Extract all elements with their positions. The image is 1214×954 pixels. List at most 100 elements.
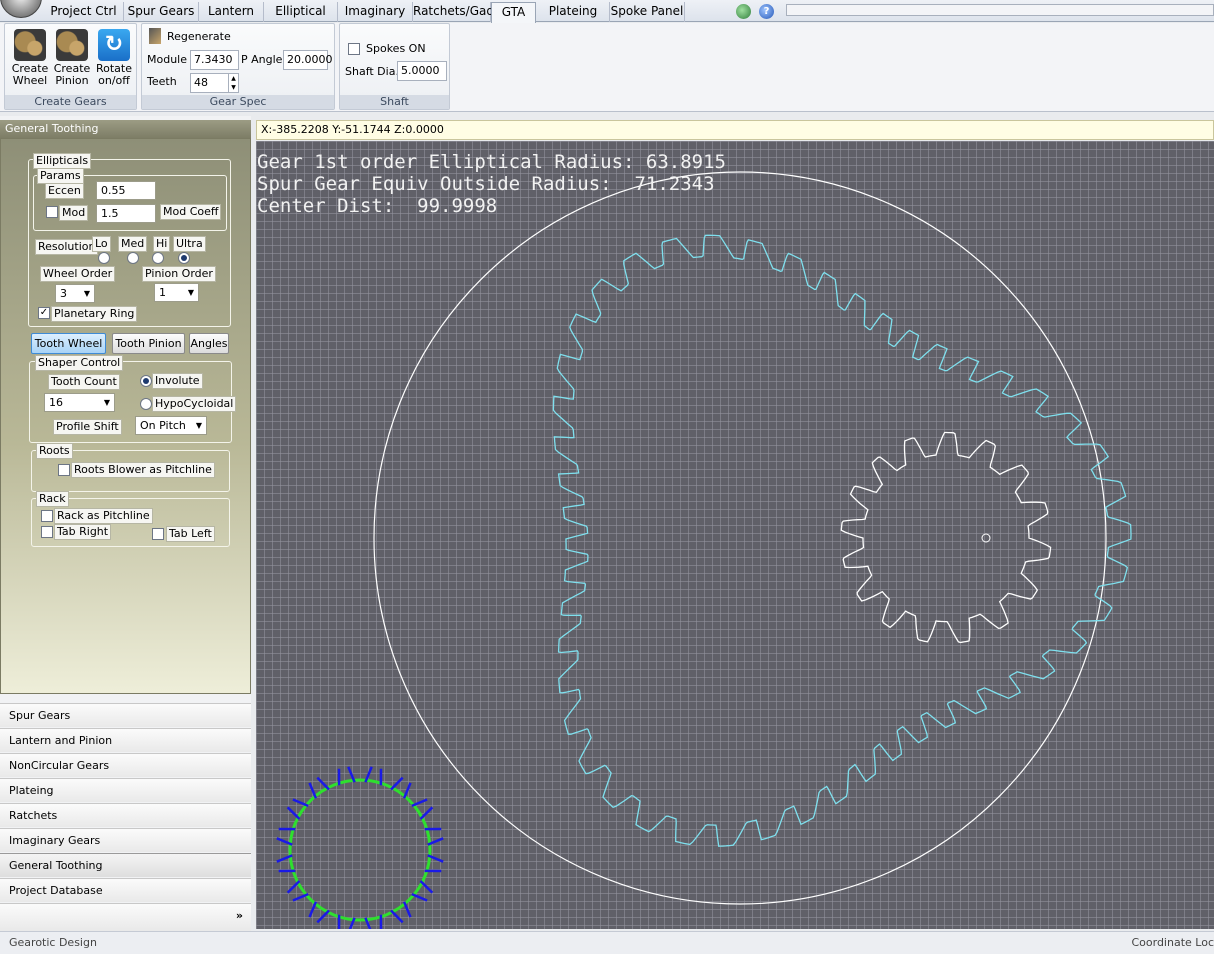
preview-tooth-mark <box>316 909 330 924</box>
eccen-input[interactable]: 0.55 <box>96 181 156 200</box>
profile-shift-select[interactable]: On Pitch ▼ <box>135 416 207 435</box>
mod-coeff-label: Mod Coeff <box>160 204 222 220</box>
preview-tooth-mark <box>402 782 412 799</box>
roots-caption: Roots <box>36 443 73 459</box>
preview-tooth-mark <box>402 901 412 918</box>
preview-tooth-mark <box>390 776 404 791</box>
gear-pinion-icon <box>56 29 88 61</box>
tooth-wheel-button[interactable]: Tooth Wheel <box>31 333 106 354</box>
teeth-value: 48 <box>194 76 208 89</box>
panel-header: General Toothing <box>0 120 251 138</box>
mod-checkbox[interactable] <box>46 206 58 218</box>
teeth-label: Teeth <box>147 75 177 88</box>
help-icon[interactable]: ? <box>759 4 774 19</box>
preview-tooth-marks <box>276 766 444 929</box>
tab-left-label: Tab Left <box>166 526 215 542</box>
gear-drawing <box>276 171 1132 929</box>
left-panel: General Toothing Ellipticals Params Ecce… <box>0 116 251 931</box>
group-gear-spec: Regenerate Module 7.3430 P Angle 20.0000… <box>141 23 335 110</box>
tab-ratchets[interactable]: Ratchets/Gad <box>413 2 494 22</box>
nav-project-database[interactable]: Project Database <box>0 878 251 902</box>
tooth-count-select[interactable]: 16 ▼ <box>44 393 115 412</box>
nav-lantern-pinion[interactable]: Lantern and Pinion <box>0 728 251 752</box>
tab-spoke-panel[interactable]: Spoke Panel , <box>610 2 685 37</box>
tooth-count-label: Tooth Count <box>48 374 120 390</box>
involute-label: Involute <box>152 373 203 389</box>
gear-wheel-icon <box>14 29 46 61</box>
nav-noncircular-gears[interactable]: NonCircular Gears <box>0 753 251 777</box>
ribbon-search-bar[interactable] <box>786 4 1214 16</box>
tab-imaginary[interactable]: Imaginary <box>338 2 413 22</box>
status-left: Gearotic Design <box>9 936 97 949</box>
res-hi-radio[interactable] <box>152 252 164 264</box>
resolution-label: Resolution <box>35 239 99 255</box>
preview-pitch-circle <box>288 778 432 922</box>
chevron-down-icon: ▼ <box>195 421 202 430</box>
tooth-pinion-button[interactable]: Tooth Pinion <box>112 333 185 354</box>
group-caption-gear-spec: Gear Spec <box>142 95 334 109</box>
module-label: Module <box>147 53 187 66</box>
res-lo-radio[interactable] <box>98 252 110 264</box>
nav-spur-gears[interactable]: Spur Gears <box>0 703 251 727</box>
outer-reference-circle <box>373 171 1107 905</box>
preview-tooth-mark <box>419 806 434 820</box>
nav-imaginary-gears[interactable]: Imaginary Gears <box>0 828 251 852</box>
nav-plateing[interactable]: Plateing <box>0 778 251 802</box>
rack-pitchline-checkbox[interactable] <box>41 510 53 522</box>
params-caption: Params <box>37 168 84 184</box>
preview-tooth-mark <box>419 880 434 894</box>
group-shaft: Spokes ON Shaft Dia. 5.0000 Shaft <box>339 23 450 110</box>
tab-gta[interactable]: GTA <box>491 2 536 23</box>
create-wheel-button[interactable]: Create Wheel <box>10 29 50 87</box>
angles-button[interactable]: Angles <box>189 333 229 354</box>
create-wheel-label-2: Wheel <box>12 74 48 87</box>
module-field[interactable]: 7.3430 <box>190 50 239 70</box>
expand-icon[interactable]: » <box>236 904 243 928</box>
hypocycloidal-radio[interactable] <box>140 398 152 410</box>
res-med-label: Med <box>118 236 148 252</box>
roots-blower-checkbox[interactable] <box>58 464 70 476</box>
tab-right-label: Tab Right <box>54 524 112 540</box>
res-ultra-radio[interactable] <box>178 252 190 264</box>
res-hi-label: Hi <box>153 236 171 252</box>
tab-left-checkbox[interactable] <box>152 528 164 540</box>
regenerate-button[interactable]: Regenerate <box>167 30 231 43</box>
tab-project-ctrl[interactable]: Project Ctrl <box>44 2 124 22</box>
hypocycloidal-label: HypoCycloidal <box>152 396 237 412</box>
app-menu-button[interactable] <box>0 0 42 18</box>
tab-plateing[interactable]: Plateing <box>537 2 610 22</box>
pangle-field[interactable]: 20.0000 <box>283 50 333 70</box>
tab-elliptical[interactable]: Elliptical <box>264 2 338 22</box>
mod-input[interactable]: 1.5 <box>96 204 156 223</box>
wheel-order-label: Wheel Order <box>40 266 116 282</box>
regenerate-icon[interactable] <box>149 28 161 44</box>
elliptical-radius-text: Gear 1st order Elliptical Radius: 63.891… <box>257 151 726 173</box>
spokes-checkbox[interactable] <box>348 43 360 55</box>
nav-ratchets[interactable]: Ratchets <box>0 803 251 827</box>
preview-tooth-mark <box>292 892 309 902</box>
gear-viewport[interactable]: Gear 1st order Elliptical Radius: 63.891… <box>256 141 1214 929</box>
tab-spur-gears[interactable]: Spur Gears <box>124 2 199 22</box>
shaft-dia-field[interactable]: 5.0000 <box>397 61 447 81</box>
res-med-radio[interactable] <box>127 252 139 264</box>
rotate-button[interactable]: ↻ Rotate on/off <box>94 29 134 87</box>
center-dist-text: Center Dist: 99.9998 <box>257 195 498 217</box>
preview-tooth-mark <box>390 909 404 924</box>
chevron-down-icon: ▼ <box>187 288 194 297</box>
wheel-order-select[interactable]: 3 ▼ <box>55 284 95 303</box>
involute-radio[interactable] <box>140 375 152 387</box>
globe-icon[interactable] <box>736 4 751 19</box>
pinion-gear <box>840 431 1052 644</box>
preview-tooth-mark <box>411 892 428 902</box>
spin-arrows-icon[interactable]: ▲ ▼ <box>228 74 238 92</box>
ribbon-panel: Create Wheel Create Pinion ↻ Rotate on/o… <box>0 23 1214 112</box>
planetary-checkbox[interactable]: ✓ <box>38 307 50 319</box>
pinion-order-select[interactable]: 1 ▼ <box>154 283 199 302</box>
group-create-gears: Create Wheel Create Pinion ↻ Rotate on/o… <box>4 23 137 110</box>
teeth-stepper[interactable]: 48 ▲ ▼ <box>190 73 239 93</box>
create-pinion-button[interactable]: Create Pinion <box>52 29 92 87</box>
nav-general-toothing[interactable]: General Toothing <box>0 853 251 877</box>
tab-lantern[interactable]: Lantern <box>199 2 264 22</box>
group-caption-shaft: Shaft <box>340 95 449 109</box>
tab-right-checkbox[interactable] <box>41 526 53 538</box>
